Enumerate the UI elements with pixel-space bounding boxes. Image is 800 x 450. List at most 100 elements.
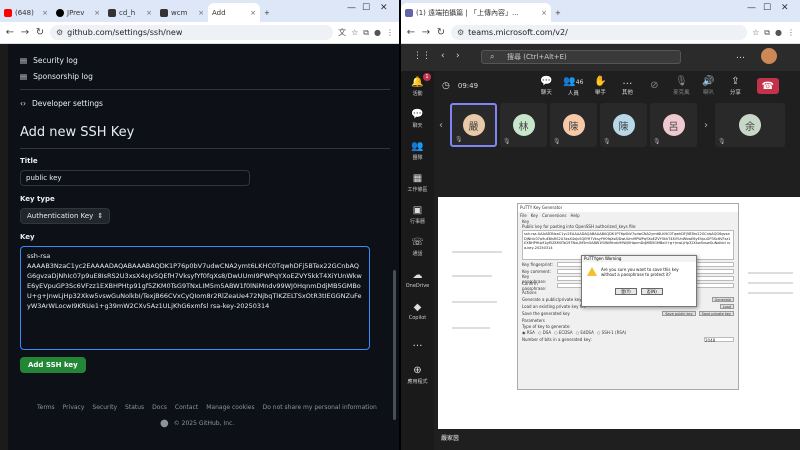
star-icon[interactable]: ☆ (351, 28, 358, 37)
scrollbar[interactable] (393, 270, 396, 420)
avatar[interactable] (761, 48, 777, 64)
participant-tile[interactable]: 余 🎙 (715, 103, 785, 147)
participant-tile[interactable]: 林 🎙 (500, 103, 547, 147)
radio-ssh1[interactable]: ○ SSH-1 (RSA) (597, 330, 626, 335)
participant-tile[interactable]: 陳 🎙 (550, 103, 597, 147)
radio-dsa[interactable]: ○ DSA (538, 330, 551, 335)
participant-tile[interactable]: 嚴 🎙 (450, 103, 497, 147)
load-button[interactable]: Load (719, 303, 734, 310)
site-info-icon[interactable]: ⚙ (457, 28, 464, 37)
footer-link[interactable]: Terms (37, 404, 55, 411)
footer-link[interactable]: Do not share my personal information (263, 404, 377, 411)
rail-item-copilot[interactable]: ◆ Copilot (401, 295, 434, 327)
tab-cd[interactable]: cd_h × (104, 3, 156, 22)
new-tab-button[interactable]: + (551, 3, 565, 22)
title-input[interactable]: public key (20, 170, 250, 186)
translate-icon[interactable]: 文 (338, 27, 346, 38)
chat-button[interactable]: 💬 聊天 (533, 76, 560, 96)
forward-icon[interactable]: › (456, 51, 460, 61)
minimize-button[interactable]: — (347, 3, 356, 13)
tab-github[interactable]: JPrev × (52, 3, 104, 22)
participant-tile[interactable]: 陳 🎙 (600, 103, 647, 147)
url-field[interactable]: ⚙ github.com/settings/ssh/new (50, 25, 334, 40)
back-icon[interactable]: ← (406, 27, 416, 38)
close-tab-icon[interactable]: × (250, 9, 256, 17)
radio-ecdsa[interactable]: ○ ECDSA (554, 330, 573, 335)
add-ssh-key-button[interactable]: Add SSH key (20, 357, 86, 373)
footer-link[interactable]: Contact (175, 404, 198, 411)
extensions-icon[interactable]: ⧉ (363, 28, 369, 38)
participant-tile[interactable]: 呂 🎙 (650, 103, 697, 147)
yes-button[interactable]: 是(Y) (615, 288, 637, 295)
footer-link[interactable]: Status (125, 404, 144, 411)
rail-item-apps[interactable]: ⊕ 應用程式 (401, 359, 434, 391)
new-tab-button[interactable]: + (260, 3, 274, 22)
radio-rsa[interactable]: ◉ RSA (522, 330, 535, 335)
rail-item-teams[interactable]: 👥 團隊 (401, 135, 434, 167)
bits-field[interactable]: 2048 (704, 337, 734, 343)
sidebar-item-developer-settings[interactable]: ‹› Developer settings (20, 95, 390, 111)
footer-link[interactable]: Privacy (63, 404, 85, 411)
radio-eddsa[interactable]: ○ EdDSA (576, 330, 594, 335)
leave-button[interactable]: ☎ (756, 78, 779, 94)
rail-item-onedrive[interactable]: ☁ OneDrive (401, 263, 434, 295)
key-textarea[interactable]: ssh-rsa AAAAB3NzaC1yc2EAAAADAQABAAABAQDK… (20, 246, 370, 350)
url-field[interactable]: ⚙ teams.microsoft.com/v2/ (451, 25, 748, 40)
forward-icon[interactable]: → (421, 27, 431, 38)
close-window-button[interactable]: ✕ (380, 3, 388, 13)
no-button[interactable]: 否(N) (640, 288, 663, 295)
raise-hand-button[interactable]: ✋ 舉手 (587, 76, 614, 96)
chevron-left-icon[interactable]: ‹ (439, 120, 447, 131)
reload-icon[interactable]: ↻ (436, 27, 446, 38)
app-grid-icon[interactable]: ⋮⋮ (413, 51, 431, 61)
people-button[interactable]: 👥46 人員 (560, 76, 587, 97)
menu-icon[interactable]: ⋮ (787, 28, 795, 37)
speaker-button[interactable]: 🔊 喇叭 (695, 76, 722, 96)
tab-teams[interactable]: (1) 遠端拍攝篇 | 「上傳內容」... × (401, 3, 551, 22)
search-input[interactable]: ⌕ 搜尋 (Ctrl+Alt+E) (481, 50, 681, 64)
menu-icon[interactable]: ⋮ (386, 28, 394, 37)
sidebar-item-security-log[interactable]: ▤ Security log (20, 52, 390, 68)
footer-link[interactable]: Docs (152, 404, 167, 411)
rail-item-calls[interactable]: ☏ 通話 (401, 231, 434, 263)
close-tab-icon[interactable]: × (541, 9, 547, 17)
maximize-button[interactable]: ☐ (763, 3, 771, 13)
footer-link[interactable]: Security (92, 404, 117, 411)
menu-key[interactable]: Key (531, 213, 538, 218)
menu-conversions[interactable]: Conversions (542, 213, 567, 218)
reload-icon[interactable]: ↻ (35, 27, 45, 38)
close-window-button[interactable]: ✕ (781, 3, 789, 13)
tab-add-ssh[interactable]: Add × (208, 3, 260, 22)
generate-button[interactable]: Generate (711, 296, 734, 303)
tab-youtube[interactable]: (648) × (0, 3, 52, 22)
save-public-key-button[interactable]: Save public key (662, 310, 696, 317)
rail-item-chat[interactable]: 💬 聊天 (401, 103, 434, 135)
menu-help[interactable]: Help (570, 213, 579, 218)
extensions-icon[interactable]: ⧉ (764, 28, 770, 38)
tab-wcm[interactable]: wcm × (156, 3, 208, 22)
star-icon[interactable]: ☆ (752, 28, 759, 37)
rail-item-workspace[interactable]: ▦ 工作條區 (401, 167, 434, 199)
footer-link[interactable]: Manage cookies (206, 404, 254, 411)
site-info-icon[interactable]: ⚙ (56, 28, 63, 37)
key-type-select[interactable]: Authentication Key ⇕ (20, 208, 111, 224)
rail-item-more[interactable]: … (401, 327, 434, 359)
avatar[interactable]: ● (374, 28, 381, 37)
more-icon[interactable]: … (736, 51, 745, 61)
minimize-button[interactable]: — (747, 3, 756, 13)
phone-icon: ☏ (411, 237, 424, 248)
camera-button[interactable]: ⊘ (641, 80, 668, 92)
avatar[interactable]: ● (775, 28, 782, 37)
forward-icon[interactable]: → (20, 27, 30, 38)
maximize-button[interactable]: ☐ (362, 3, 370, 13)
sidebar-item-sponsorship-log[interactable]: ▤ Sponsorship log (20, 68, 390, 84)
share-button[interactable]: ⇪ 分享 (722, 76, 749, 96)
save-private-key-button[interactable]: Save private key (698, 310, 734, 317)
menu-file[interactable]: File (520, 213, 527, 218)
back-icon[interactable]: ← (5, 27, 15, 38)
rail-item-calendar[interactable]: ▣ 行事曆 (401, 199, 434, 231)
back-icon[interactable]: ‹ (441, 51, 445, 61)
mic-button[interactable]: 🎙 麥克風 (668, 76, 695, 96)
more-actions-button[interactable]: … 其他 (614, 76, 641, 96)
chevron-right-icon[interactable]: › (704, 120, 712, 131)
